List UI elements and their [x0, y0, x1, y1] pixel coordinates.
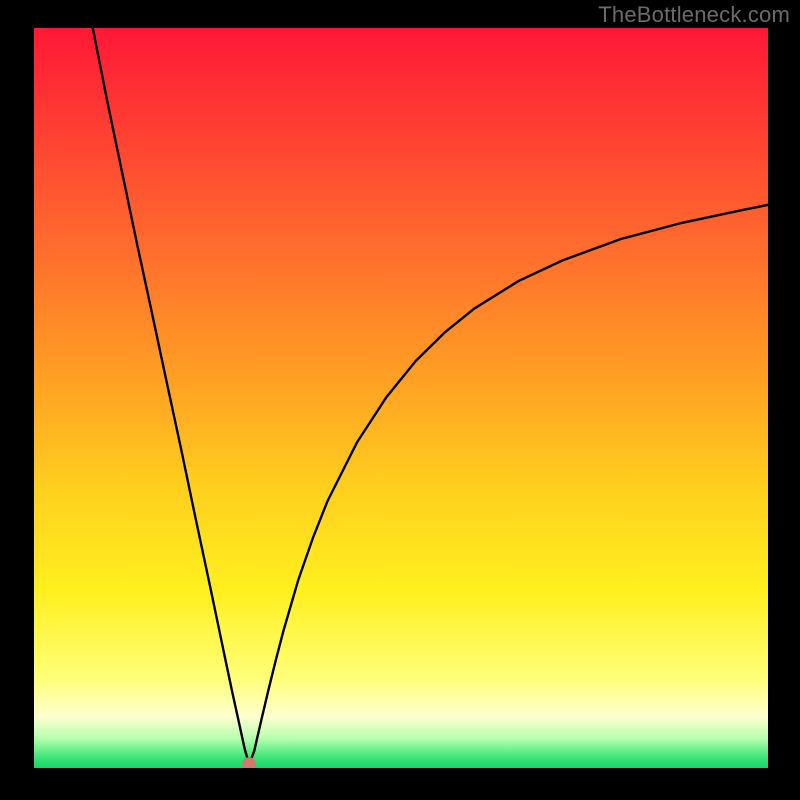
- bottleneck-chart: [34, 28, 768, 768]
- gradient-background: [34, 28, 768, 768]
- chart-frame: TheBottleneck.com: [0, 0, 800, 800]
- watermark-text: TheBottleneck.com: [598, 2, 790, 28]
